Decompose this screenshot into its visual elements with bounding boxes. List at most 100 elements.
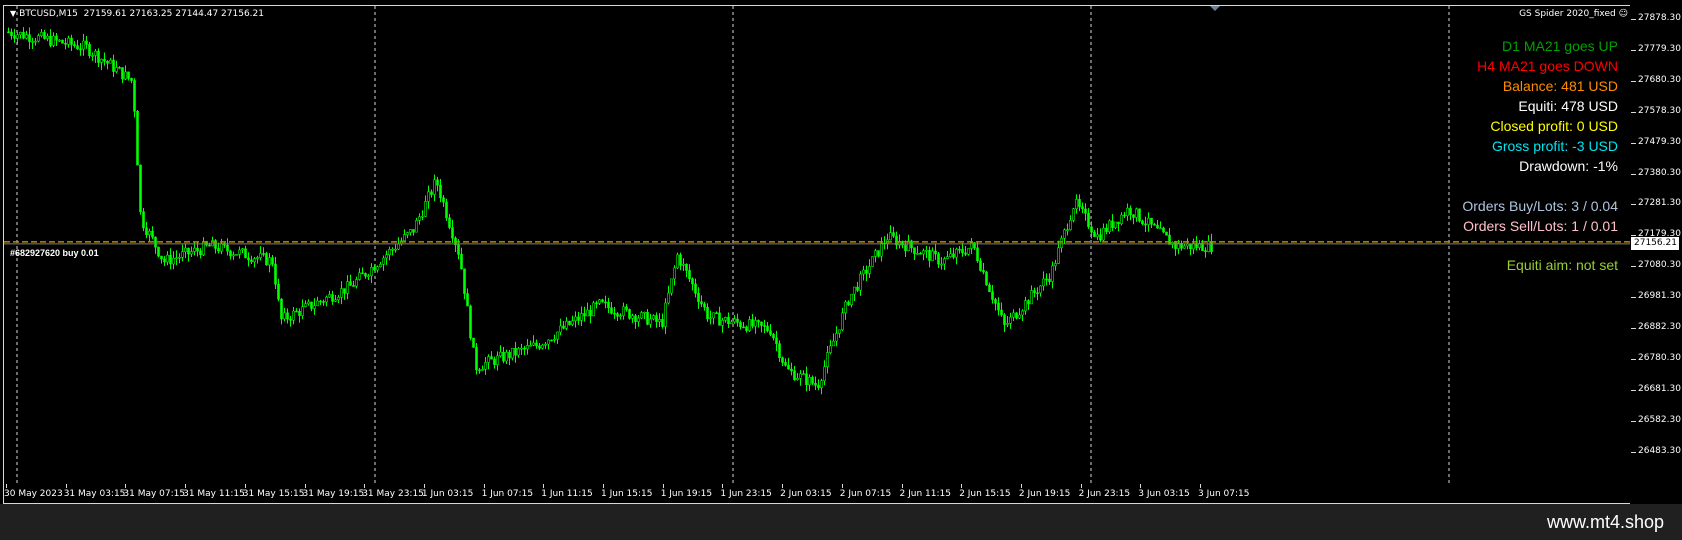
candle bbox=[580, 306, 583, 326]
price-label: 26483.30 bbox=[1638, 445, 1681, 456]
candle bbox=[601, 298, 604, 303]
candle bbox=[1135, 207, 1138, 222]
candle bbox=[823, 360, 826, 386]
candle bbox=[94, 49, 97, 63]
candle bbox=[658, 313, 661, 327]
candle bbox=[622, 302, 625, 320]
balance-value: Balance: 481 USD bbox=[1502, 78, 1618, 94]
price-tick bbox=[1631, 420, 1636, 422]
price-tick bbox=[1631, 297, 1636, 299]
candle bbox=[835, 326, 838, 347]
time-label: 3 Jun 03:15 bbox=[1138, 489, 1190, 499]
candle bbox=[172, 251, 175, 270]
candle bbox=[730, 319, 733, 325]
candle bbox=[271, 254, 274, 267]
candle bbox=[322, 299, 325, 306]
price-tick bbox=[1631, 142, 1636, 144]
candle bbox=[538, 343, 541, 351]
candle bbox=[1195, 236, 1198, 251]
candle bbox=[238, 246, 241, 259]
candle bbox=[1108, 219, 1111, 234]
current-price-marker: 27156.21 bbox=[1631, 236, 1679, 250]
candle bbox=[262, 247, 265, 257]
candle bbox=[694, 278, 697, 298]
candle bbox=[1003, 313, 1006, 333]
candle bbox=[736, 313, 739, 327]
candle bbox=[67, 35, 70, 48]
candle bbox=[112, 54, 115, 77]
candle bbox=[985, 270, 988, 286]
candle bbox=[310, 301, 313, 312]
candle bbox=[1156, 219, 1159, 229]
price-axis[interactable]: 27878.30 27779.30 27680.30 27578.30 27479.30… bbox=[1630, 5, 1682, 504]
candle bbox=[988, 282, 991, 293]
candle bbox=[403, 229, 406, 243]
candle bbox=[946, 251, 949, 260]
candle bbox=[943, 256, 946, 270]
candle bbox=[1078, 194, 1081, 212]
candle bbox=[814, 376, 817, 390]
candle bbox=[289, 316, 292, 327]
candle bbox=[268, 253, 271, 273]
candle bbox=[646, 309, 649, 326]
closed-profit-value: Closed profit: 0 USD bbox=[1490, 118, 1618, 134]
candle bbox=[418, 213, 421, 225]
candle bbox=[1066, 223, 1069, 236]
candle bbox=[652, 314, 655, 321]
candle bbox=[754, 316, 757, 334]
candle bbox=[583, 306, 586, 322]
candle bbox=[532, 335, 535, 347]
candle bbox=[1087, 208, 1090, 229]
smiley-icon[interactable]: ☺ bbox=[1619, 9, 1628, 19]
candle bbox=[58, 39, 61, 42]
candle bbox=[916, 246, 919, 255]
candle bbox=[781, 356, 784, 367]
candle bbox=[1120, 212, 1123, 226]
candle bbox=[7, 27, 10, 34]
price-label: 27680.30 bbox=[1638, 74, 1681, 85]
candle bbox=[766, 322, 769, 333]
price-label: 26882.30 bbox=[1638, 322, 1681, 332]
candle bbox=[307, 299, 310, 306]
candle bbox=[385, 250, 388, 265]
candle bbox=[37, 33, 40, 43]
candle bbox=[64, 37, 67, 50]
candle bbox=[631, 313, 634, 323]
price-tick bbox=[1631, 173, 1636, 175]
candle bbox=[439, 179, 442, 203]
candle bbox=[100, 58, 103, 71]
candle bbox=[40, 28, 43, 38]
price-tick bbox=[1631, 204, 1636, 206]
candle bbox=[22, 27, 25, 40]
candle bbox=[103, 52, 106, 66]
time-label: 2 Jun 07:15 bbox=[839, 489, 892, 499]
time-label: 30 May 2023 bbox=[4, 489, 63, 499]
candle bbox=[1069, 215, 1072, 231]
price-label: 27080.30 bbox=[1638, 260, 1681, 271]
chart-area[interactable]: ▼ BTCUSD,M15 27159.61 27163.25 27144.47 2… bbox=[3, 5, 1631, 504]
candle bbox=[910, 239, 913, 253]
candle bbox=[1009, 312, 1012, 329]
candle bbox=[775, 330, 778, 352]
candle bbox=[304, 300, 307, 308]
candle bbox=[1063, 228, 1066, 244]
candle bbox=[895, 231, 898, 250]
candle bbox=[493, 356, 496, 369]
candle bbox=[448, 213, 451, 230]
candle bbox=[1075, 194, 1078, 214]
candle bbox=[871, 256, 874, 267]
candle bbox=[1024, 296, 1027, 315]
candle bbox=[994, 297, 997, 311]
candle bbox=[661, 313, 664, 329]
price-label: 26780.30 bbox=[1638, 352, 1681, 363]
candle bbox=[925, 246, 928, 259]
candle bbox=[121, 67, 124, 84]
chart-shift-marker-icon[interactable] bbox=[1210, 6, 1220, 11]
candle bbox=[991, 285, 994, 304]
candle bbox=[178, 253, 181, 264]
candle bbox=[751, 313, 754, 329]
time-tick bbox=[185, 484, 187, 488]
dropdown-triangle-icon[interactable]: ▼ bbox=[10, 9, 16, 18]
order-line-label[interactable]: #682927620 buy 0.01 bbox=[10, 248, 99, 258]
time-tick bbox=[364, 484, 366, 488]
